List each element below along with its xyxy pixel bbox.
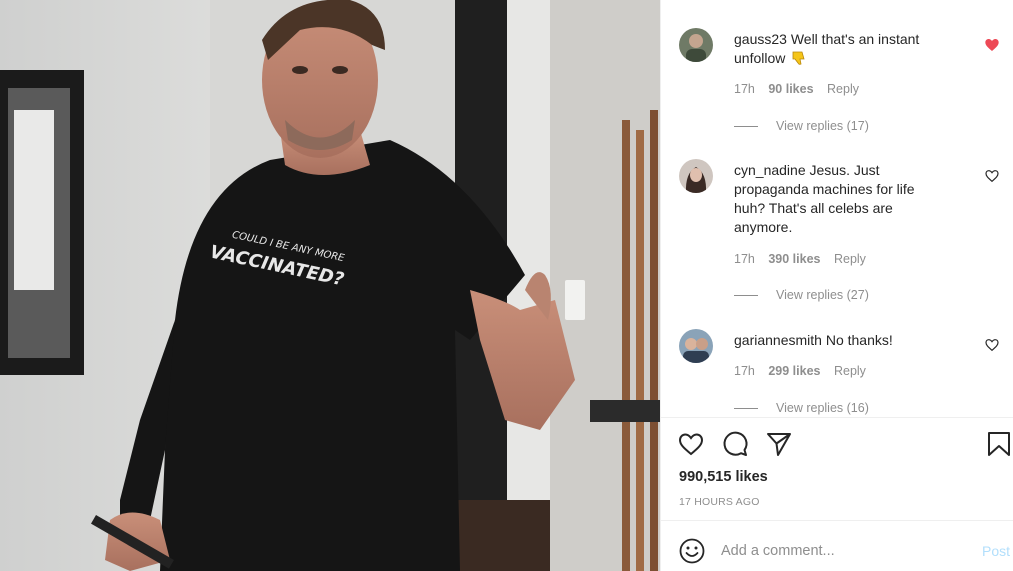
share-icon[interactable] bbox=[765, 430, 793, 458]
comment-like-heart-icon[interactable] bbox=[984, 37, 1000, 53]
comment-text: cyn_nadine Jesus. Just propaganda machin… bbox=[734, 161, 949, 237]
comment-time: 17h bbox=[734, 252, 755, 266]
comment-icon[interactable] bbox=[721, 430, 749, 458]
add-comment-bar: Post bbox=[661, 520, 1013, 571]
comment-input[interactable] bbox=[721, 536, 961, 566]
reply-button[interactable]: Reply bbox=[827, 82, 859, 96]
comment-likes[interactable]: 390 likes bbox=[768, 252, 820, 266]
posted-time[interactable]: 17 HOURS AGO bbox=[679, 496, 760, 508]
avatar[interactable] bbox=[679, 329, 713, 363]
divider bbox=[734, 126, 758, 128]
save-icon[interactable] bbox=[986, 430, 1012, 458]
cut-off-text: · · · bbox=[779, 0, 849, 5]
comment-text: gauss23 Well that's an instant unfollow bbox=[734, 30, 949, 68]
divider bbox=[734, 295, 758, 297]
comment-time: 17h bbox=[734, 364, 755, 378]
reply-button[interactable]: Reply bbox=[834, 364, 866, 378]
post-actions: 990,515 likes 17 HOURS AGO bbox=[661, 417, 1013, 520]
comment-meta: 17h 299 likes Reply bbox=[734, 364, 876, 378]
view-replies-label: View replies (17) bbox=[776, 119, 869, 133]
comment-username[interactable]: cyn_nadine bbox=[734, 162, 806, 178]
comment-like-heart-icon[interactable] bbox=[984, 168, 1000, 184]
comment-meta: 17h 90 likes Reply bbox=[734, 82, 869, 96]
comment-likes[interactable]: 90 likes bbox=[768, 82, 813, 96]
view-replies-label: View replies (27) bbox=[776, 288, 869, 302]
comments-list[interactable]: · · · gauss23 Well that's an instant unf… bbox=[661, 0, 1013, 417]
comment-body: No thanks! bbox=[825, 332, 893, 348]
avatar[interactable] bbox=[679, 28, 713, 62]
divider bbox=[734, 408, 758, 410]
comment-username[interactable]: gariannesmith bbox=[734, 332, 822, 348]
photo-illustration: COULD I BE ANY MORE VACCINATED? bbox=[0, 0, 660, 571]
comment-username[interactable]: gauss23 bbox=[734, 31, 787, 47]
comment-meta: 17h 390 likes Reply bbox=[734, 252, 876, 266]
avatar[interactable] bbox=[679, 159, 713, 193]
comment-likes[interactable]: 299 likes bbox=[768, 364, 820, 378]
post-button[interactable]: Post bbox=[982, 543, 1010, 559]
view-replies-button[interactable]: View replies (27) bbox=[734, 288, 869, 302]
heart-icon[interactable] bbox=[677, 430, 705, 458]
likes-count[interactable]: 990,515 likes bbox=[679, 469, 768, 485]
post-photo[interactable]: COULD I BE ANY MORE VACCINATED? bbox=[0, 0, 660, 571]
comment-time: 17h bbox=[734, 82, 755, 96]
comment-text: gariannesmith No thanks! bbox=[734, 331, 949, 350]
view-replies-button[interactable]: View replies (16) bbox=[734, 401, 869, 415]
thumbs-down-icon bbox=[792, 51, 805, 65]
view-replies-button[interactable]: View replies (17) bbox=[734, 119, 869, 133]
reply-button[interactable]: Reply bbox=[834, 252, 866, 266]
post-side-panel: · · · gauss23 Well that's an instant unf… bbox=[660, 0, 1013, 571]
comment-like-heart-icon[interactable] bbox=[984, 337, 1000, 353]
emoji-icon[interactable] bbox=[679, 538, 705, 564]
view-replies-label: View replies (16) bbox=[776, 401, 869, 415]
